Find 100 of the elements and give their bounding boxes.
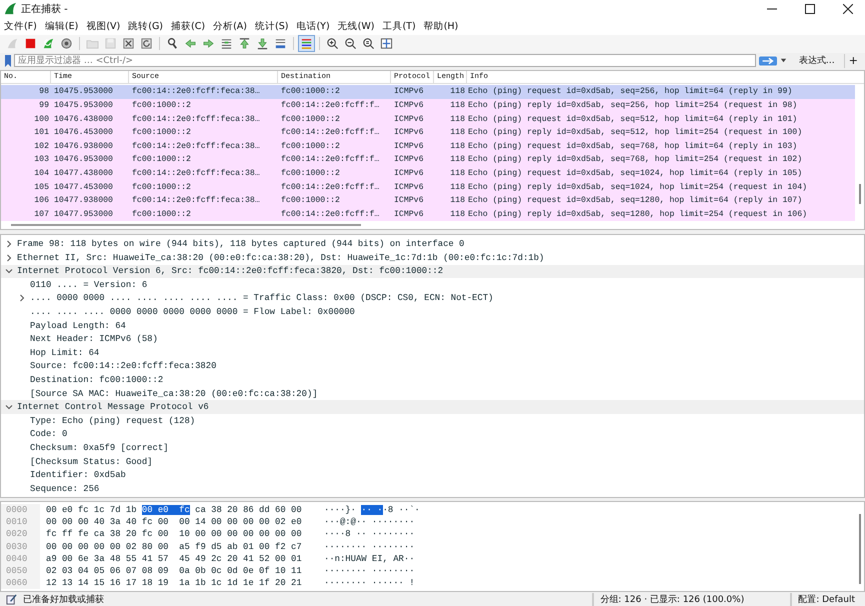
detail-field[interactable]: Sequence: 256: [30, 484, 100, 494]
detail-field[interactable]: Payload Length: 64: [30, 320, 126, 331]
back-arrow-icon: [184, 37, 197, 50]
hex-bytes[interactable]: ca 38 20 86 dd 60 00: [190, 505, 302, 516]
menu-item[interactable]: 视图(V): [86, 20, 120, 33]
packet-row[interactable]: 103 10476.953000 fc00:1000::2 fc00:14::2e0:fcff:f… ICMPv6 118 Echo (ping) reply id=0xd5ab, seq=768, hop limit=254 (request in 102): [1, 153, 855, 167]
table-cell-text: 98: [38, 86, 50, 98]
detail-field[interactable]: Source: fc00:14::2e0:fcff:feca:3820: [30, 361, 216, 372]
packet-row[interactable]: 107 10477.953000 fc00:1000::2 fc00:14::2e0:fcff:f… ICMPv6 118 Echo (ping) reply id=0xd5ab, seq=1280, hop limit=254 (request in 106): [1, 208, 855, 222]
detail-field[interactable]: Next Header: ICMPv6 (58): [30, 334, 158, 344]
detail-field[interactable]: .... .... .... 0000 0000 0000 0000 0000 = Flow Label: 0x00000: [30, 307, 355, 318]
ascii-bytes[interactable]: ········ ········: [324, 566, 415, 576]
detail-field[interactable]: 0110 .... = Version: 6: [30, 280, 148, 290]
maximize-icon[interactable]: [805, 4, 815, 14]
detail-field[interactable]: Destination: fc00:1000::2: [30, 375, 164, 386]
forward-arrow-icon: [202, 37, 215, 50]
profile-label[interactable]: 配置: Default: [790, 592, 865, 606]
table-cell-text: ICMPv6: [393, 168, 424, 180]
menu-item[interactable]: 工具(T): [382, 20, 416, 33]
table-cell-text: Echo (ping) request id=0xd5ab, seq=1024, hop limit=64 (reply in 105): [467, 168, 804, 180]
ascii-bytes[interactable]: ····8 ·· ········: [324, 529, 415, 540]
table-cell-text: fc00:1000::2: [280, 140, 341, 153]
zoom-reset-icon: [362, 37, 375, 50]
packet-row[interactable]: 105 10477.453000 fc00:1000::2 fc00:14::2e0:fcff:f… ICMPv6 118 Echo (ping) reply id=0xd5ab, seq=1024, hop limit=254 (request in 104): [1, 180, 855, 194]
display-filter-field[interactable]: 应用显示过滤器 … <Ctrl-/>: [14, 54, 756, 68]
packet-row[interactable]: 101 10476.453000 fc00:1000::2 fc00:14::2e0:fcff:f… ICMPv6 118 Echo (ping) reply id=0xd5ab, seq=512, hop limit=254 (request in 100): [1, 126, 855, 140]
table-cell-text: 102: [33, 140, 50, 153]
restart-icon: [42, 37, 55, 50]
detail-field[interactable]: Identifier: 0xd5ab: [30, 470, 126, 480]
ascii-bytes[interactable]: ·8 ··`·: [382, 505, 420, 516]
zoom-in-icon: [326, 37, 339, 50]
detail-field[interactable]: [Source SA MAC: HuaweiTe_ca:38:20 (00:e0:fc:ca:38:20)]: [30, 388, 318, 399]
table-cell-text: ICMPv6: [393, 114, 424, 126]
table-cell-text: Echo (ping) reply id=0xd5ab, seq=256, hop limit=254 (request in 98): [467, 100, 798, 112]
hex-bytes[interactable]: 00 e0 fc: [142, 505, 190, 516]
packet-row[interactable]: 99 10475.953000 fc00:1000::2 fc00:14::2e0:fcff:f… ICMPv6 118 Echo (ping) reply id=0xd5ab, seq=256, hop limit=254 (request in 98): [1, 98, 855, 113]
hex-bytes[interactable]: 02 03 04 05 06 07 08 09 0a 0b 0c 0d 0e 0f 10 11: [46, 566, 302, 576]
add-filter-button[interactable]: +: [844, 54, 862, 68]
table-cell-text: Echo (ping) reply id=0xd5ab, seq=512, hop limit=254 (request in 100): [467, 127, 804, 140]
menu-item[interactable]: 捕获(C): [171, 20, 206, 33]
ascii-bytes[interactable]: ···@:@·· ········: [324, 517, 415, 528]
hex-bytes[interactable]: fc ff fe ca 38 20 fc 00 10 00 00 00 00 00 00 00: [46, 529, 302, 540]
menu-item[interactable]: 帮助(H): [424, 20, 458, 33]
detail-field[interactable]: Type: Echo (ping) request (128): [30, 416, 196, 426]
reload-icon: [140, 37, 153, 50]
menu-item[interactable]: 无线(W): [338, 20, 374, 33]
table-cell-text: 10476.953000: [53, 154, 114, 166]
colorize-button[interactable]: [298, 35, 315, 52]
table-cell-text: 99: [38, 100, 50, 112]
table-cell-text: ICMPv6: [393, 127, 424, 140]
packet-row[interactable]: 100 10476.438000 fc00:14::2e0:fcff:feca:38… fc00:1000::2 ICMPv6 118 Echo (ping) request id=0xd5ab, seq=512, hop limit=64 (reply in 101): [1, 112, 855, 126]
scrollbar[interactable]: [859, 514, 861, 584]
table-cell-text: 104: [33, 168, 50, 180]
packet-row[interactable]: 104 10477.438000 fc00:14::2e0:fcff:feca:38… fc00:1000::2 ICMPv6 118 Echo (ping) request id=0xd5ab, seq=1024, hop limit=64 (reply in 105): [1, 166, 855, 181]
detail-field[interactable]: .... 0000 0000 .... .... .... .... .... = Traffic Class: 0x00 (DSCP: CS0, ECN: Not-ECT): [30, 293, 494, 304]
close-icon[interactable]: [843, 4, 853, 14]
menu-item[interactable]: 文件(F): [4, 20, 37, 33]
detail-field[interactable]: Internet Control Message Protocol v6: [17, 402, 209, 412]
menu-item[interactable]: 编辑(E): [44, 20, 78, 33]
table-cell-text: 10475.953000: [53, 86, 114, 98]
dropdown-arrow-icon[interactable]: [780, 57, 787, 64]
search-icon: [166, 37, 179, 50]
menu-item[interactable]: 跳转(G): [128, 20, 164, 33]
table-cell-text: fc00:14::2e0:fcff:f…: [280, 100, 380, 112]
detail-field[interactable]: Ethernet II, Src: HuaweiTe_ca:38:20 (00:e0:fc:ca:38:20), Dst: HuaweiTe_1c:7d:1b (00:e0:fc:1c:7d:1b): [17, 252, 544, 263]
table-cell-text: 118: [449, 182, 466, 194]
detail-field[interactable]: Code: 0: [30, 429, 68, 440]
table-cell-text: fc00:14::2e0:fcff:feca:38…: [131, 195, 261, 208]
table-cell-text: ICMPv6: [393, 208, 424, 221]
packet-row[interactable]: 98 10475.953000 fc00:14::2e0:fcff:feca:38… fc00:1000::2 ICMPv6 118 Echo (ping) request id=0xd5ab, seq=256, hop limit=64 (reply in 99): [1, 85, 855, 99]
packet-row[interactable]: 106 10477.938000 fc00:14::2e0:fcff:feca:38… fc00:1000::2 ICMPv6 118 Echo (ping) request id=0xd5ab, seq=1280, hop limit=64 (reply in 107): [1, 194, 855, 208]
detail-field[interactable]: Frame 98: 118 bytes on wire (944 bits), 118 bytes captured (944 bits) on interface 0: [17, 239, 464, 250]
hex-bytes[interactable]: 00 00 00 40 3a 40 fc 00 00 14 00 00 00 00 02 e0: [46, 517, 302, 528]
hex-bytes[interactable]: 00 00 00 00 00 02 80 00 a5 f9 d5 ab 01 00 f2 c7: [46, 542, 302, 552]
byte-offset: 0050: [1, 564, 40, 578]
byte-offset: 0010: [1, 516, 40, 528]
hex-bytes[interactable]: 00 e0 fc 1c 7d 1b: [46, 505, 142, 516]
ascii-bytes[interactable]: ········ ······ !: [324, 578, 415, 588]
bookmark-icon[interactable]: [5, 54, 11, 67]
menu-item[interactable]: 电话(Y): [296, 20, 330, 33]
hex-bytes[interactable]: 12 13 14 15 16 17 18 19 1a 1b 1c 1d 1e 1f 20 21: [46, 578, 302, 588]
ascii-bytes[interactable]: ·· ·: [361, 505, 383, 516]
detail-field[interactable]: [Checksum Status: Good]: [30, 456, 152, 467]
table-cell-text: 118: [449, 208, 466, 221]
ascii-bytes[interactable]: ··n:HUAW EI, AR··: [324, 554, 415, 564]
shark-fin-icon: [4, 2, 17, 16]
detail-field[interactable]: Hop Limit: 64: [30, 348, 100, 358]
ascii-bytes[interactable]: ····}·: [324, 505, 362, 516]
close-file-icon: [122, 37, 135, 50]
packet-row[interactable]: 102 10476.938000 fc00:14::2e0:fcff:feca:38… fc00:1000::2 ICMPv6 118 Echo (ping) request id=0xd5ab, seq=768, hop limit=64 (reply in 103): [1, 140, 855, 154]
table-cell-text: ICMPv6: [393, 195, 424, 208]
detail-field[interactable]: Checksum: 0xa5f9 [correct]: [30, 443, 168, 454]
hex-bytes[interactable]: a9 00 6e 3a 48 55 41 57 45 49 2c 20 41 52 00 01: [46, 554, 302, 564]
menu-item[interactable]: 统计(S): [254, 20, 288, 33]
expression-button[interactable]: 表达式…: [792, 54, 841, 68]
ascii-bytes[interactable]: ········ ········: [324, 542, 415, 552]
edit-note-icon[interactable]: [6, 594, 17, 605]
table-cell-text: ICMPv6: [393, 100, 424, 112]
menu-item[interactable]: 分析(A): [213, 20, 247, 33]
window-title: 正在捕获 -: [21, 2, 68, 16]
